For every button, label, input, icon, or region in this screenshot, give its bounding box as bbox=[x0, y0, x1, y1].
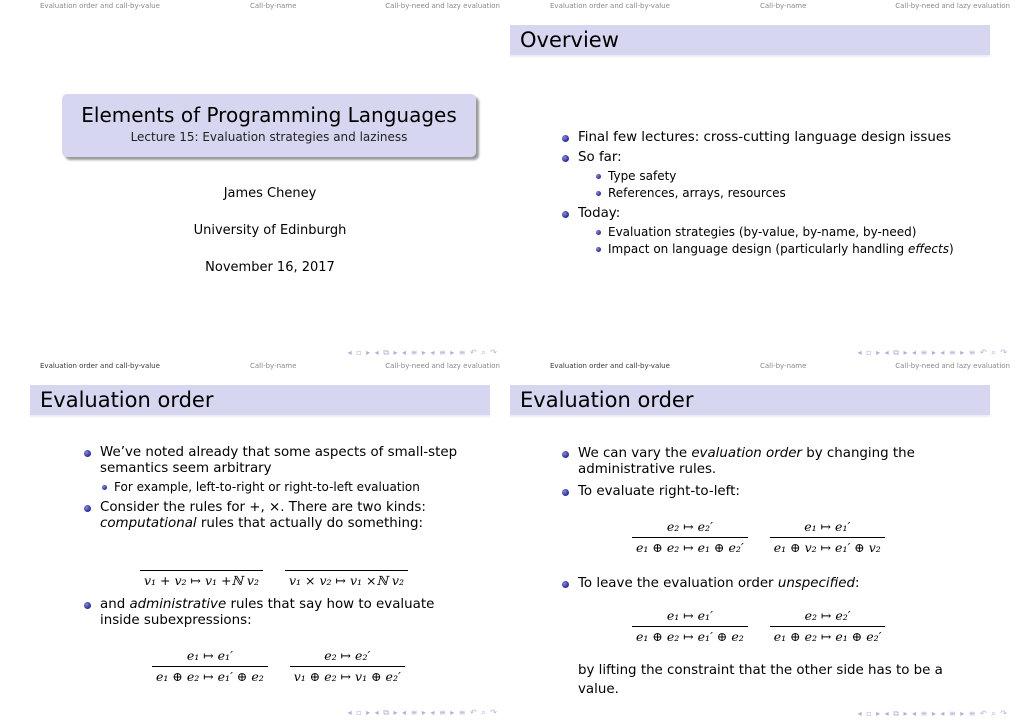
frame-title-bar: Overview bbox=[510, 25, 990, 55]
evaluation-order-list-2: and administrative rules that say how to… bbox=[84, 597, 460, 629]
institute: University of Edinburgh bbox=[193, 223, 347, 238]
frame-title: Evaluation order bbox=[520, 388, 694, 412]
bullet-icon bbox=[84, 450, 91, 457]
inference-rule: e₁ ↦ e₁′ e₁ ⊕ e₂ ↦ e₁′ ⊕ e₂ bbox=[152, 648, 268, 684]
inference-rule: e₁ ↦ e₁′ e₁ ⊕ e₂ ↦ e₁′ ⊕ e₂ bbox=[632, 608, 748, 644]
bullet-icon bbox=[562, 211, 569, 218]
computational-rules: v₁ + v₂ ↦ v₁ +ℕ v₂ v₁ × v₂ ↦ v₁ ×ℕ v₂ bbox=[140, 552, 408, 588]
nav-section-call-by-value[interactable]: Evaluation order and call-by-value bbox=[550, 2, 670, 10]
sub-list-item: References, arrays, resources bbox=[596, 185, 954, 202]
evaluation-order-list: We can vary the evaluation order by chan… bbox=[562, 446, 938, 500]
nav-section-call-by-need[interactable]: Call-by-need and lazy evaluation bbox=[895, 2, 1010, 10]
nav-section-call-by-value[interactable]: Evaluation order and call-by-value bbox=[40, 362, 160, 370]
nav-section-call-by-name[interactable]: Call-by-name bbox=[760, 362, 806, 370]
nav-section-call-by-need[interactable]: Call-by-need and lazy evaluation bbox=[385, 362, 500, 370]
bullet-icon bbox=[562, 489, 569, 496]
presentation-title: Elements of Programming Languages bbox=[81, 103, 457, 127]
right-to-left-rules: e₂ ↦ e₂′ e₁ ⊕ e₂ ↦ e₁ ⊕ e₂′ e₁ ↦ e₁′ e₁ … bbox=[632, 519, 885, 555]
inference-rule: e₂ ↦ e₂′ v₁ ⊕ e₂ ↦ v₁ ⊕ e₂′ bbox=[289, 648, 405, 684]
bullet-icon bbox=[596, 230, 601, 235]
beamer-navigation-symbols[interactable]: ◂ ▫ ▸ ◂ ⧉ ▸ ◂ ≡ ▸ ◂ ≡ ▸ ≡ ↶ ⌕ ↷ bbox=[348, 348, 498, 358]
section-navigation: Evaluation order and call-by-value Call-… bbox=[0, 362, 510, 372]
list-item: and administrative rules that say how to… bbox=[84, 597, 460, 629]
section-navigation: Evaluation order and call-by-value Call-… bbox=[510, 2, 1020, 12]
presentation-subtitle: Lecture 15: Evaluation strategies and la… bbox=[130, 130, 408, 144]
inference-rule: v₁ × v₂ ↦ v₁ ×ℕ v₂ bbox=[284, 552, 408, 588]
overview-list: Final few lectures: cross-cutting langua… bbox=[562, 130, 954, 258]
list-item: Today: Evaluation strategies (by-value, … bbox=[562, 206, 954, 258]
list-item: Final few lectures: cross-cutting langua… bbox=[562, 130, 954, 146]
bullet-icon bbox=[596, 191, 601, 196]
nav-section-call-by-name[interactable]: Call-by-name bbox=[760, 2, 806, 10]
frame-title: Overview bbox=[520, 28, 619, 52]
administrative-rules: e₁ ↦ e₁′ e₁ ⊕ e₂ ↦ e₁′ ⊕ e₂ e₂ ↦ e₂′ v₁ … bbox=[152, 648, 405, 684]
title-block: Elements of Programming Languages Lectur… bbox=[62, 94, 476, 157]
list-item: We can vary the evaluation order by chan… bbox=[562, 446, 938, 478]
list-item: So far: Type safety References, arrays, … bbox=[562, 150, 954, 202]
bullet-icon bbox=[562, 451, 569, 458]
bullet-icon bbox=[562, 155, 569, 162]
date: November 16, 2017 bbox=[205, 260, 335, 275]
beamer-navigation-symbols[interactable]: ◂ ▫ ▸ ◂ ⧉ ▸ ◂ ≡ ▸ ◂ ≡ ▸ ≡ ↶ ⌕ ↷ bbox=[858, 348, 1008, 358]
sub-list-item: Type safety bbox=[596, 168, 954, 185]
section-navigation: Evaluation order and call-by-value Call-… bbox=[0, 2, 510, 12]
nav-section-call-by-value[interactable]: Evaluation order and call-by-value bbox=[40, 2, 160, 10]
list-item: Consider the rules for +, ×. There are t… bbox=[84, 500, 460, 532]
sub-list-item: For example, left-to-right or right-to-l… bbox=[102, 479, 460, 496]
inference-rule: e₂ ↦ e₂′ e₁ ⊕ e₂ ↦ e₁ ⊕ e₂′ bbox=[632, 519, 748, 555]
slide-overview: Evaluation order and call-by-value Call-… bbox=[510, 0, 1020, 360]
bullet-icon bbox=[596, 174, 601, 179]
frame-title: Evaluation order bbox=[40, 388, 214, 412]
nav-section-call-by-need[interactable]: Call-by-need and lazy evaluation bbox=[385, 2, 500, 10]
evaluation-order-list: We’ve noted already that some aspects of… bbox=[84, 445, 460, 532]
list-item: We’ve noted already that some aspects of… bbox=[84, 445, 460, 496]
unspecified-order-rules: e₁ ↦ e₁′ e₁ ⊕ e₂ ↦ e₁′ ⊕ e₂ e₂ ↦ e₂′ e₁ … bbox=[632, 608, 886, 644]
nav-section-call-by-value[interactable]: Evaluation order and call-by-value bbox=[550, 362, 670, 370]
bullet-icon bbox=[562, 135, 569, 142]
inference-rule: e₁ ↦ e₁′ e₁ ⊕ v₂ ↦ e₁′ ⊕ v₂ bbox=[769, 519, 885, 555]
bullet-icon bbox=[596, 247, 601, 252]
bullet-icon bbox=[84, 602, 91, 609]
author: James Cheney bbox=[223, 186, 317, 201]
nav-section-call-by-need[interactable]: Call-by-need and lazy evaluation bbox=[895, 362, 1010, 370]
nav-section-call-by-name[interactable]: Call-by-name bbox=[250, 362, 296, 370]
list-item: To leave the evaluation order unspecifie… bbox=[562, 576, 938, 592]
list-item: To evaluate right-to-left: bbox=[562, 484, 938, 500]
slide-evaluation-order-2: Evaluation order and call-by-value Call-… bbox=[510, 360, 1020, 721]
evaluation-order-list-2: To leave the evaluation order unspecifie… bbox=[562, 576, 938, 592]
bullet-icon bbox=[562, 581, 569, 588]
section-navigation: Evaluation order and call-by-value Call-… bbox=[510, 362, 1020, 372]
frame-title-bar: Evaluation order bbox=[510, 385, 990, 415]
inference-rule: v₁ + v₂ ↦ v₁ +ℕ v₂ bbox=[140, 552, 263, 588]
inference-rule: e₂ ↦ e₂′ e₁ ⊕ e₂ ↦ e₁ ⊕ e₂′ bbox=[769, 608, 886, 644]
sub-list-item: Evaluation strategies (by-value, by-name… bbox=[596, 224, 954, 241]
sub-list-item: Impact on language design (particularly … bbox=[596, 241, 954, 258]
beamer-navigation-symbols[interactable]: ◂ ▫ ▸ ◂ ⧉ ▸ ◂ ≡ ▸ ◂ ≡ ▸ ≡ ↶ ⌕ ↷ bbox=[858, 709, 1008, 719]
nav-section-call-by-name[interactable]: Call-by-name bbox=[250, 2, 296, 10]
bullet-icon bbox=[84, 505, 91, 512]
slide-evaluation-order-1: Evaluation order and call-by-value Call-… bbox=[0, 360, 510, 720]
slide-title: Evaluation order and call-by-value Call-… bbox=[0, 0, 510, 360]
frame-title-bar: Evaluation order bbox=[30, 385, 490, 415]
closing-text: by lifting the constraint that the other… bbox=[578, 663, 943, 697]
beamer-navigation-symbols[interactable]: ◂ ▫ ▸ ◂ ⧉ ▸ ◂ ≡ ▸ ◂ ≡ ▸ ≡ ↶ ⌕ ↷ bbox=[348, 708, 498, 718]
bullet-icon bbox=[102, 485, 107, 490]
